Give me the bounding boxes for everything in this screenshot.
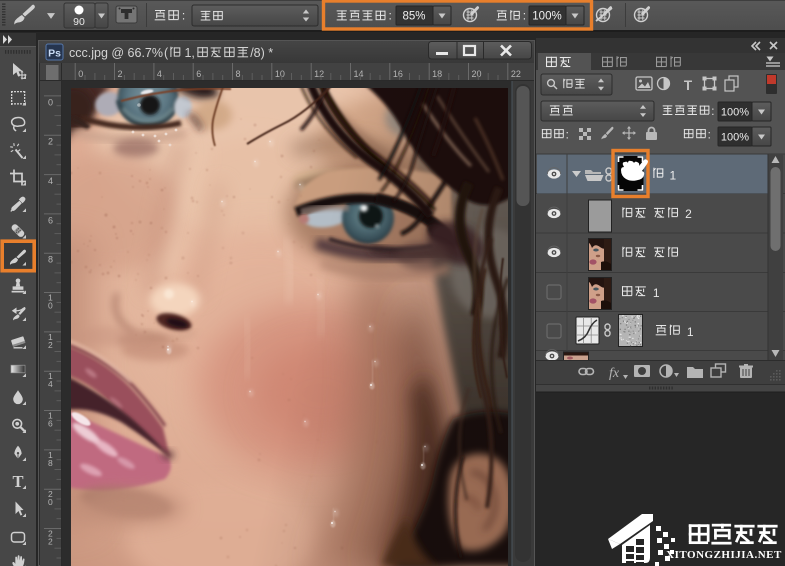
svg-text:ccc.jpg @ 66.7%: ccc.jpg @ 66.7%	[69, 46, 163, 60]
svg-text::: :	[708, 130, 711, 142]
svg-text:100%: 100%	[532, 11, 561, 23]
svg-text:2: 2	[685, 207, 692, 221]
svg-text:12: 12	[314, 69, 324, 79]
svg-text:XITONGZHIJIA.NET: XITONGZHIJIA.NET	[666, 549, 782, 561]
svg-text:6: 6	[48, 215, 53, 225]
svg-text:4: 4	[48, 379, 53, 389]
svg-text:16: 16	[393, 69, 403, 79]
svg-text:8: 8	[236, 69, 241, 79]
svg-text:/8) *: /8) *	[250, 46, 273, 60]
svg-text:2: 2	[118, 69, 123, 79]
svg-text:100%: 100%	[721, 132, 749, 144]
svg-text:1: 1	[687, 325, 694, 339]
svg-text::: :	[711, 106, 714, 118]
svg-text:Ps: Ps	[48, 48, 61, 60]
svg-text:8: 8	[48, 458, 53, 468]
svg-text:0: 0	[48, 301, 53, 311]
svg-text:100%: 100%	[721, 107, 749, 119]
svg-text::: :	[566, 130, 569, 142]
svg-text::: :	[389, 9, 392, 23]
svg-text:6: 6	[48, 419, 53, 429]
svg-text:18: 18	[432, 69, 442, 79]
svg-text:T: T	[12, 472, 23, 491]
svg-text:90: 90	[73, 16, 85, 28]
svg-text:2: 2	[48, 340, 53, 350]
svg-text:4: 4	[157, 69, 162, 79]
svg-text:14: 14	[354, 69, 364, 79]
svg-text:1: 1	[669, 169, 676, 183]
svg-text:2: 2	[48, 537, 53, 547]
svg-text:8: 8	[48, 255, 53, 265]
svg-text:fx: fx	[609, 366, 620, 381]
svg-text::: :	[182, 9, 185, 23]
svg-text:0: 0	[48, 497, 53, 507]
svg-text:0: 0	[78, 69, 83, 79]
svg-text:20: 20	[472, 69, 482, 79]
svg-text:2: 2	[48, 137, 53, 147]
svg-text:22: 22	[511, 69, 521, 79]
svg-text:85%: 85%	[402, 11, 425, 23]
svg-text:10: 10	[275, 69, 285, 79]
svg-text:4: 4	[48, 176, 53, 186]
svg-text:1: 1	[653, 286, 660, 300]
svg-text:0: 0	[48, 97, 53, 107]
svg-text:1,: 1,	[184, 46, 194, 60]
svg-text::: :	[523, 9, 526, 23]
svg-text:T: T	[684, 78, 693, 93]
svg-text:6: 6	[196, 69, 201, 79]
